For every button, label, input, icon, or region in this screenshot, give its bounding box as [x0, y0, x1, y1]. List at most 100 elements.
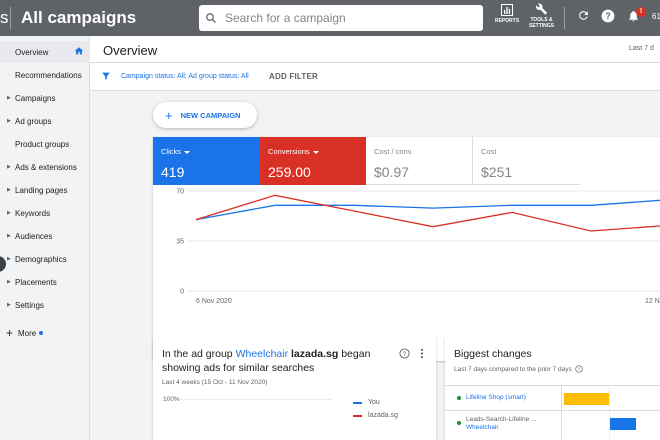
- ad-group-link[interactable]: Wheelchair: [236, 348, 289, 360]
- search-icon: [206, 13, 216, 23]
- home-icon: [74, 47, 84, 55]
- sidebar-item-label: Overview: [15, 47, 49, 57]
- sidebar-item-overview[interactable]: Overview: [0, 41, 90, 63]
- expand-arrow-icon: ▶: [7, 164, 11, 170]
- gridline: [181, 399, 331, 400]
- biggest-changes-card: Biggest changes Last 7 days compared to …: [445, 337, 660, 440]
- sidebar-item-audiences[interactable]: ▶ Audiences: [0, 225, 90, 247]
- sidebar-item-settings[interactable]: ▶ Settings: [0, 294, 90, 316]
- metric-value: 259.00: [268, 164, 311, 180]
- filter-status-text[interactable]: Campaign status: All; Ad group status: A…: [121, 73, 249, 80]
- wrench-icon: [535, 3, 547, 15]
- sidebar-item-product-groups[interactable]: Product groups: [0, 133, 90, 155]
- sidebar-item-placements[interactable]: ▶ Placements: [0, 271, 90, 293]
- sidebar-item-label: Keywords: [15, 208, 51, 218]
- help-icon[interactable]: ?: [399, 348, 410, 359]
- metric-label: Cost / conv.: [374, 147, 414, 156]
- sidebar-item-label: Ads & extensions: [15, 162, 77, 172]
- filter-bar: Campaign status: All; Ad group status: A…: [90, 63, 660, 91]
- tools-settings-button[interactable]: TOOLS & SETTINGS: [529, 3, 554, 29]
- table-row[interactable]: Lifeline Shop (smart): [445, 385, 660, 410]
- competitor-name: lazada.sg: [288, 348, 339, 360]
- performance-chart-card: Clicks 419 Conversions 259.00 Cost / con…: [153, 137, 660, 361]
- legend-label: You: [368, 399, 380, 406]
- metric-conversions[interactable]: Conversions 259.00: [260, 137, 366, 185]
- sidebar-item-label: Audiences: [15, 231, 53, 241]
- sidebar-item-demographics[interactable]: ▶ Demographics: [0, 248, 90, 270]
- expand-arrow-icon: ▶: [7, 95, 11, 101]
- metric-cost[interactable]: Cost $251: [473, 137, 580, 185]
- reports-button[interactable]: REPORTS: [495, 4, 519, 24]
- search-input[interactable]: Search for a campaign: [199, 5, 483, 31]
- metric-label: Clicks: [161, 147, 181, 156]
- divider: [561, 385, 562, 440]
- sidebar-item-recommendations[interactable]: Recommendations: [0, 64, 90, 86]
- refresh-icon[interactable]: [577, 9, 590, 22]
- reports-icon: [501, 4, 514, 16]
- expand-arrow-icon: ▶: [7, 187, 11, 193]
- metric-label: Conversions: [268, 147, 310, 156]
- sidebar-more-label: More: [18, 328, 37, 338]
- sidebar-more-button[interactable]: + More: [6, 326, 44, 340]
- main-content: Overview Last 7 d Campaign status: All; …: [90, 36, 660, 440]
- help-icon[interactable]: ?: [575, 365, 583, 373]
- campaign-link[interactable]: Lifeline Shop (smart): [466, 394, 526, 402]
- campaign-name: Leads-Search-Lifeline ...: [466, 416, 537, 423]
- line-chart: 0 35 70 6 Nov 2020 12 N: [176, 189, 660, 305]
- app-title-fragment: s: [0, 8, 9, 27]
- overview-title: Overview: [103, 43, 158, 58]
- date-range-selector[interactable]: Last 7 d: [629, 45, 654, 52]
- status-dot: [457, 421, 461, 425]
- metric-value: $251: [481, 164, 513, 180]
- page-title[interactable]: All campaigns: [21, 8, 136, 28]
- sidebar-item-ads-extensions[interactable]: ▶ Ads & extensions: [0, 156, 90, 178]
- add-filter-button[interactable]: ADD FILTER: [269, 72, 318, 81]
- sidebar-item-campaigns[interactable]: ▶ Campaigns: [0, 87, 90, 109]
- metric-cost-per-conv[interactable]: Cost / conv. $0.97: [366, 137, 473, 185]
- legend-item-competitor: lazada.sg: [353, 412, 398, 419]
- y-tick-label: 0: [180, 289, 184, 296]
- sidebar-item-landing-pages[interactable]: ▶ Landing pages: [0, 179, 90, 201]
- tools-label-2: SETTINGS: [529, 23, 555, 29]
- sidebar-item-ad-groups[interactable]: ▶ Ad groups: [0, 110, 90, 132]
- x-tick-label: 12 N: [645, 298, 660, 305]
- card-subtitle: Last 7 days compared to the prior 7 days…: [454, 365, 583, 373]
- card-title: Biggest changes: [454, 348, 532, 360]
- new-campaign-label: NEW CAMPAIGN: [180, 110, 241, 120]
- svg-text:?: ?: [403, 352, 407, 358]
- status-dot: [457, 396, 461, 400]
- metric-clicks[interactable]: Clicks 419: [153, 137, 260, 185]
- sidebar: Overview Recommendations ▶ Campaigns ▶ A…: [0, 36, 90, 440]
- legend-swatch: [353, 401, 362, 404]
- new-campaign-button[interactable]: + NEW CAMPAIGN: [153, 102, 257, 128]
- new-indicator-dot: [39, 331, 44, 335]
- sidebar-item-label: Settings: [15, 300, 44, 310]
- dropdown-caret-icon: [184, 150, 190, 154]
- search-placeholder: Search for a campaign: [225, 11, 346, 25]
- help-icon[interactable]: ?: [601, 9, 615, 23]
- divider: [10, 7, 11, 29]
- legend-item-you: You: [353, 399, 380, 406]
- top-bar: s All campaigns Search for a campaign RE…: [0, 0, 660, 36]
- title-text: In the ad group: [162, 348, 236, 360]
- sidebar-item-label: Campaigns: [15, 93, 56, 103]
- legend-swatch: [353, 414, 362, 417]
- expand-arrow-icon: ▶: [7, 233, 11, 239]
- expand-arrow-icon: ▶: [7, 210, 11, 216]
- series-line-clicks: [195, 199, 660, 221]
- sidebar-item-label: Product groups: [15, 139, 70, 149]
- more-options-icon[interactable]: [420, 348, 424, 359]
- change-bar: [610, 418, 636, 430]
- filter-icon[interactable]: [101, 71, 111, 81]
- sidebar-item-label: Recommendations: [15, 70, 82, 80]
- legend-label: lazada.sg: [368, 412, 398, 419]
- account-id-fragment[interactable]: 61: [652, 12, 660, 21]
- y-tick-label: 70: [176, 189, 184, 196]
- dropdown-caret-icon: [312, 150, 319, 154]
- card-title: In the ad group Wheelchair lazada.sg beg…: [162, 347, 392, 375]
- ad-group-link[interactable]: Wheelchair: [466, 424, 499, 431]
- divider: [564, 7, 565, 29]
- sidebar-item-keywords[interactable]: ▶ Keywords: [0, 202, 90, 224]
- expand-arrow-icon: ▶: [7, 256, 11, 262]
- sidebar-item-label: Landing pages: [15, 185, 68, 195]
